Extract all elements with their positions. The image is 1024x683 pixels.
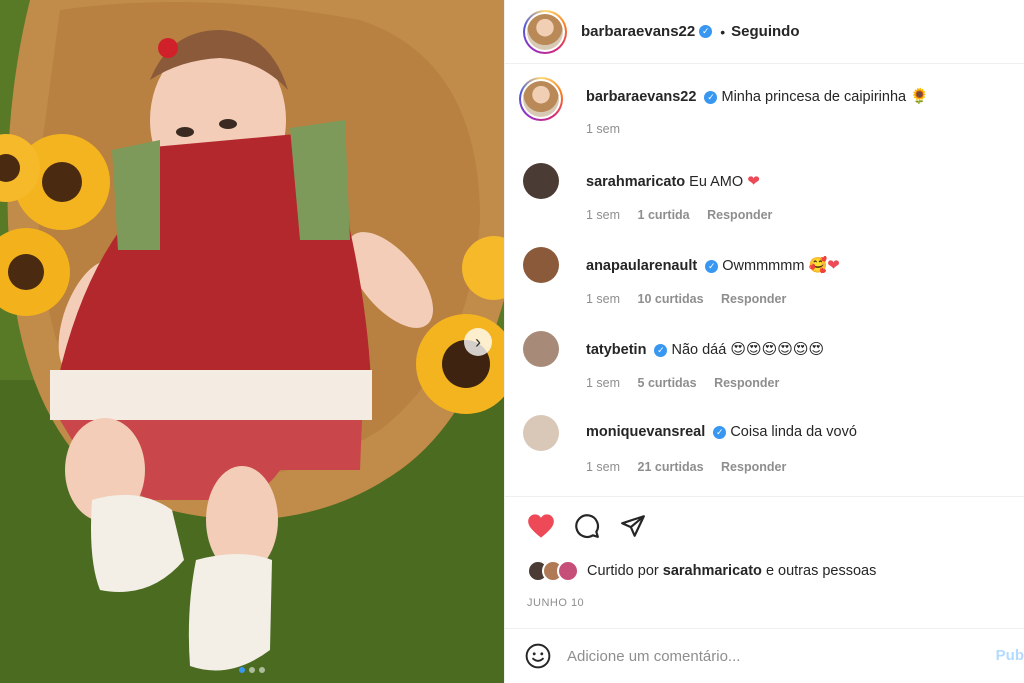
following-button[interactable]: Seguindo <box>731 23 799 40</box>
caption-meta: 1 sem <box>586 122 634 136</box>
comments-list[interactable]: barbaraevans22 ✓ Minha princesa de caipi… <box>505 65 1024 497</box>
reply-button[interactable]: Responder <box>714 376 779 390</box>
likes-suffix[interactable]: e outras pessoas <box>766 563 876 579</box>
heart-filled-icon <box>528 514 554 538</box>
comment-likes[interactable]: 1 curtida <box>638 208 690 222</box>
comment-time[interactable]: 1 sem <box>586 376 620 390</box>
verified-badge-icon: ✓ <box>704 91 718 104</box>
post-photo[interactable]: › <box>0 0 504 683</box>
comment-text: Eu AMO <box>689 174 744 190</box>
comment-username[interactable]: sarahmaricato <box>586 174 685 190</box>
baby-photo-illustration <box>0 0 504 683</box>
caption-avatar[interactable] <box>519 77 563 121</box>
post-details-panel: barbaraevans22 ✓ • Seguindo barbaraevans… <box>504 0 1024 683</box>
reply-button[interactable]: Responder <box>721 460 786 474</box>
comment-line: tatybetin ✓ Não dáá 😍😍😍😍😍😍 <box>586 340 824 358</box>
comment-meta: 1 sem 1 curtida Responder <box>586 208 786 222</box>
likes-user[interactable]: sarahmaricato <box>663 563 762 579</box>
reply-button[interactable]: Responder <box>707 208 772 222</box>
likes-summary: Curtido por sarahmaricato e outras pesso… <box>527 560 876 582</box>
verified-badge-icon: ✓ <box>713 426 727 439</box>
comment-username[interactable]: anapaularenault <box>586 258 697 274</box>
verified-badge-icon: ✓ <box>705 260 719 273</box>
post-actions <box>527 512 647 540</box>
comment-meta: 1 sem 5 curtidas Responder <box>586 376 793 390</box>
post-header: barbaraevans22 ✓ • Seguindo <box>505 0 1024 64</box>
comment-line: anapaularenault ✓ Owmmmmm 🥰❤ <box>586 256 840 274</box>
comment-input[interactable] <box>567 647 947 665</box>
comment-time[interactable]: 1 sem <box>586 208 620 222</box>
commenter-avatar[interactable] <box>523 331 559 367</box>
comment-button[interactable] <box>573 512 601 540</box>
comment-line: moniquevansreal ✓ Coisa linda da vovó <box>586 424 857 440</box>
like-button[interactable] <box>527 512 555 540</box>
commenter-avatar[interactable] <box>523 247 559 283</box>
carousel-dot <box>249 667 255 673</box>
caption-line: barbaraevans22 ✓ Minha princesa de caipi… <box>586 87 929 105</box>
comment-meta: 1 sem 21 curtidas Responder <box>586 460 800 474</box>
smiley-icon <box>525 643 551 669</box>
liker-avatar <box>557 560 579 582</box>
comment-emoji: 😍😍😍😍😍😍 <box>730 341 825 358</box>
comment-bubble-icon <box>575 514 600 539</box>
separator-dot: • <box>720 23 726 40</box>
author-avatar[interactable] <box>523 9 567 54</box>
comment-username[interactable]: moniquevansreal <box>586 424 705 440</box>
comment-line: sarahmaricato Eu AMO ❤ <box>586 172 760 190</box>
next-photo-button[interactable]: › <box>464 328 492 356</box>
share-button[interactable] <box>619 512 647 540</box>
comment-text: Owmmmmm <box>722 258 805 274</box>
comment-meta: 1 sem 10 curtidas Responder <box>586 292 800 306</box>
comment-text: Não dáá <box>671 342 727 358</box>
chevron-right-icon: › <box>475 332 481 352</box>
comment-username[interactable]: tatybetin <box>586 342 646 358</box>
comment-emoji: 🥰❤ <box>808 257 840 274</box>
carousel-dot <box>259 667 265 673</box>
comment-likes[interactable]: 5 curtidas <box>638 376 697 390</box>
comment-likes[interactable]: 10 curtidas <box>638 292 704 306</box>
author-username[interactable]: barbaraevans22 <box>581 23 695 40</box>
caption-time[interactable]: 1 sem <box>586 122 620 136</box>
likes-prefix: Curtido por <box>587 563 659 579</box>
paper-plane-icon <box>621 515 645 537</box>
emoji-picker-button[interactable] <box>523 641 553 671</box>
comment-time[interactable]: 1 sem <box>586 460 620 474</box>
caption-text: Minha princesa de caipirinha <box>721 89 907 105</box>
carousel-indicator <box>0 667 504 673</box>
comment-emoji: ❤ <box>747 173 760 190</box>
comment-likes[interactable]: 21 curtidas <box>638 460 704 474</box>
verified-badge-icon: ✓ <box>654 344 668 357</box>
carousel-dot <box>239 667 245 673</box>
sunflower-emoji: 🌻 <box>910 88 929 105</box>
commenter-avatar[interactable] <box>523 163 559 199</box>
post-date[interactable]: JUNHO 10 <box>527 597 584 609</box>
liker-avatars[interactable] <box>527 560 579 582</box>
verified-badge-icon: ✓ <box>699 25 713 38</box>
add-comment-bar: Pub <box>505 628 1024 683</box>
comment-text: Coisa linda da vovó <box>730 424 857 440</box>
commenter-avatar[interactable] <box>523 415 559 451</box>
caption-username[interactable]: barbaraevans22 <box>586 89 696 105</box>
publish-button[interactable]: Pub <box>996 647 1024 664</box>
comment-time[interactable]: 1 sem <box>586 292 620 306</box>
reply-button[interactable]: Responder <box>721 292 786 306</box>
